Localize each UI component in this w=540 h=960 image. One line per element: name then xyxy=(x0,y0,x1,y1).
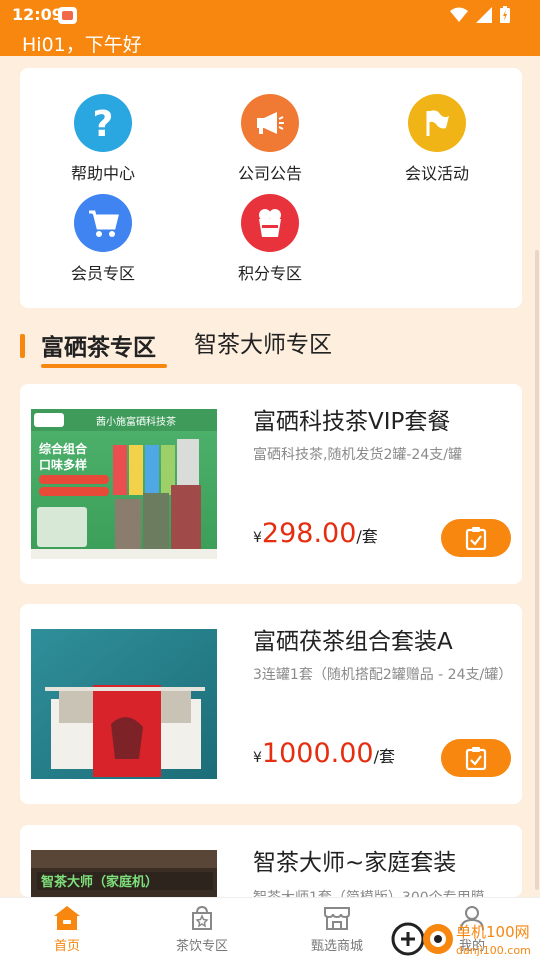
signal-icon xyxy=(476,6,492,23)
watermark: 单机100网 danji100.com xyxy=(390,915,540,960)
price-unit: /套 xyxy=(356,527,378,546)
menu-label: 积分专区 xyxy=(237,264,302,283)
product-image: 茜小施富硒科技茶 综合组合 口味多样 xyxy=(31,409,217,559)
category-tabs: 富硒茶专区 智茶大师专区 xyxy=(20,320,522,372)
flag-icon xyxy=(408,94,466,152)
product-title: 富硒科技茶VIP套餐 xyxy=(253,409,451,435)
add-to-order-button[interactable] xyxy=(441,739,511,777)
product-price: ¥298.00/套 xyxy=(253,518,378,549)
cup-icon xyxy=(241,194,299,252)
price-unit: /套 xyxy=(373,747,395,766)
product-description: 智茶大师1套（简模版）300个专用膜 xyxy=(253,887,508,897)
svg-text:?: ? xyxy=(93,104,114,143)
image-text-line1: 综合组合 xyxy=(39,441,88,456)
scrollbar[interactable] xyxy=(535,250,539,890)
add-to-order-button[interactable] xyxy=(441,519,511,557)
active-tab-indicator xyxy=(41,364,167,368)
product-title: 智茶大师~家庭套装 xyxy=(253,850,457,876)
greeting-bar: Hi01，下午好 xyxy=(0,30,540,56)
image-brand-text: 茜小施富硒科技茶 xyxy=(96,415,176,428)
quick-menu-card: ? 帮助中心 公司公告 会议活动 会员专区 积分专区 xyxy=(20,68,522,308)
tea-bag-icon xyxy=(192,905,212,930)
nav-home[interactable]: 首页 xyxy=(17,904,117,954)
menu-member-zone[interactable]: 会员专区 xyxy=(43,194,163,294)
watermark-url: danji100.com xyxy=(456,944,531,957)
menu-events[interactable]: 会议活动 xyxy=(377,94,497,194)
greeting-text: Hi01，下午好 xyxy=(22,34,142,56)
product-price: ¥1000.00/套 xyxy=(253,738,395,769)
image-text-line2: 口味多样 xyxy=(39,457,87,472)
menu-label: 公司公告 xyxy=(237,164,302,183)
menu-label: 帮助中心 xyxy=(70,164,135,183)
wifi-icon xyxy=(450,7,468,22)
megaphone-icon xyxy=(241,94,299,152)
nav-store[interactable]: 甄选商城 xyxy=(287,904,387,954)
clipboard-check-icon xyxy=(465,747,487,770)
product-image: 智茶大师（家庭机） xyxy=(31,850,217,897)
nav-label: 茶饮专区 xyxy=(175,939,228,954)
product-card[interactable]: 智茶大师（家庭机） 智茶大师~家庭套装 智茶大师1套（简模版）300个专用膜 xyxy=(20,825,522,897)
product-card[interactable]: 富硒茯茶组合套装A 3连罐1套（随机搭配2罐赠品 - 24支/罐） ¥1000.… xyxy=(20,604,522,804)
app-notification-icon xyxy=(58,7,77,24)
nav-label: 甄选商城 xyxy=(310,939,363,954)
product-card[interactable]: 茜小施富硒科技茶 综合组合 口味多样 富硒科技茶VIP套餐 富硒科技茶,随机发货… xyxy=(20,384,522,584)
battery-icon xyxy=(500,6,510,23)
product-image xyxy=(31,629,217,779)
currency-symbol: ¥ xyxy=(253,530,262,546)
price-amount: 1000.00 xyxy=(261,738,374,769)
status-time: 12:09 xyxy=(12,5,63,24)
home-icon xyxy=(54,906,80,930)
currency-symbol: ¥ xyxy=(253,750,262,766)
section-marker xyxy=(20,334,25,358)
image-banner-text: 智茶大师（家庭机） xyxy=(41,874,158,890)
price-amount: 298.00 xyxy=(261,518,357,549)
product-title: 富硒茯茶组合套装A xyxy=(253,629,453,655)
product-description: 富硒科技茶,随机发货2罐-24支/罐 xyxy=(253,447,462,463)
system-icons xyxy=(450,6,510,23)
watermark-text: 单机100网 xyxy=(456,923,530,941)
nav-label: 首页 xyxy=(53,939,80,954)
nav-tea-drinks[interactable]: 茶饮专区 xyxy=(152,904,252,954)
tab-selenium-tea[interactable]: 富硒茶专区 xyxy=(41,328,156,362)
menu-label: 会议活动 xyxy=(404,164,469,183)
menu-label: 会员专区 xyxy=(70,264,135,283)
status-bar: 12:09 xyxy=(0,0,540,30)
tab-tea-master[interactable]: 智茶大师专区 xyxy=(194,325,332,359)
shopping-cart-icon xyxy=(74,194,132,252)
menu-announcements[interactable]: 公司公告 xyxy=(210,94,330,194)
product-description: 3连罐1套（随机搭配2罐赠品 - 24支/罐） xyxy=(253,667,513,683)
menu-help-center[interactable]: ? 帮助中心 xyxy=(43,94,163,194)
clipboard-check-icon xyxy=(465,527,487,550)
store-icon xyxy=(324,907,350,930)
menu-points-zone[interactable]: 积分专区 xyxy=(210,194,330,294)
help-icon: ? xyxy=(74,94,132,152)
